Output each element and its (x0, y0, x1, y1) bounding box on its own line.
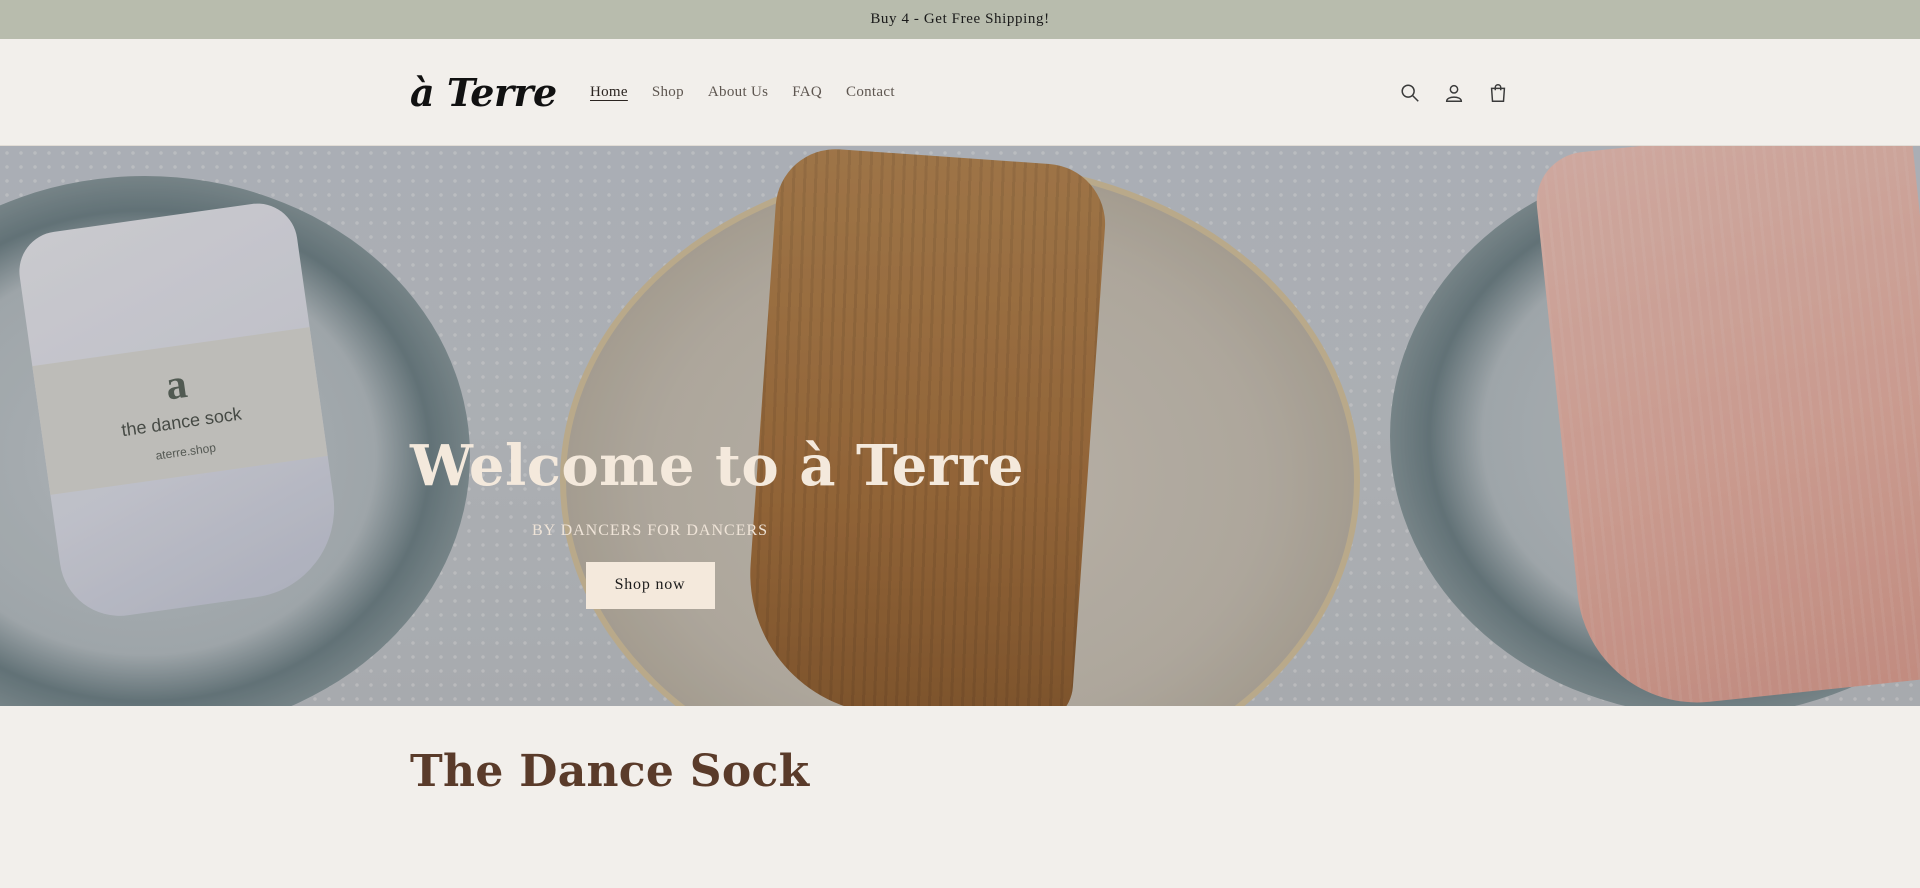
announcement-bar: Buy 4 - Get Free Shipping! (0, 0, 1920, 39)
nav-faq[interactable]: FAQ (792, 84, 822, 101)
nav-about-us[interactable]: About Us (708, 84, 768, 101)
account-icon[interactable] (1442, 81, 1466, 105)
header-icons (1398, 39, 1510, 146)
logo-text[interactable]: à Terre (410, 70, 557, 115)
cart-icon[interactable] (1486, 81, 1510, 105)
hero-subtitle: BY DANCERS FOR DANCERS (531, 521, 769, 539)
site-header: à Terre Home Shop About Us FAQ Contact (0, 39, 1920, 146)
nav-home[interactable]: Home (590, 84, 628, 101)
shop-now-button[interactable]: Shop now (585, 561, 715, 609)
hero-title: Welcome to à Terre (410, 433, 1025, 499)
search-icon[interactable] (1398, 81, 1422, 105)
nav-contact[interactable]: Contact (846, 84, 895, 101)
logo[interactable]: à Terre (410, 69, 557, 115)
announcement-text: Buy 4 - Get Free Shipping! (870, 11, 1050, 27)
hero-banner: a the dance sock aterre.shop Welcome to … (0, 146, 1920, 706)
nav-shop[interactable]: Shop (652, 84, 684, 101)
main-nav: Home Shop About Us FAQ Contact (590, 39, 919, 146)
hero-overlay (0, 146, 1920, 706)
hero-content: Welcome to à Terre BY DANCERS FOR DANCER… (410, 433, 1025, 609)
section-title: The Dance Sock (410, 746, 810, 797)
